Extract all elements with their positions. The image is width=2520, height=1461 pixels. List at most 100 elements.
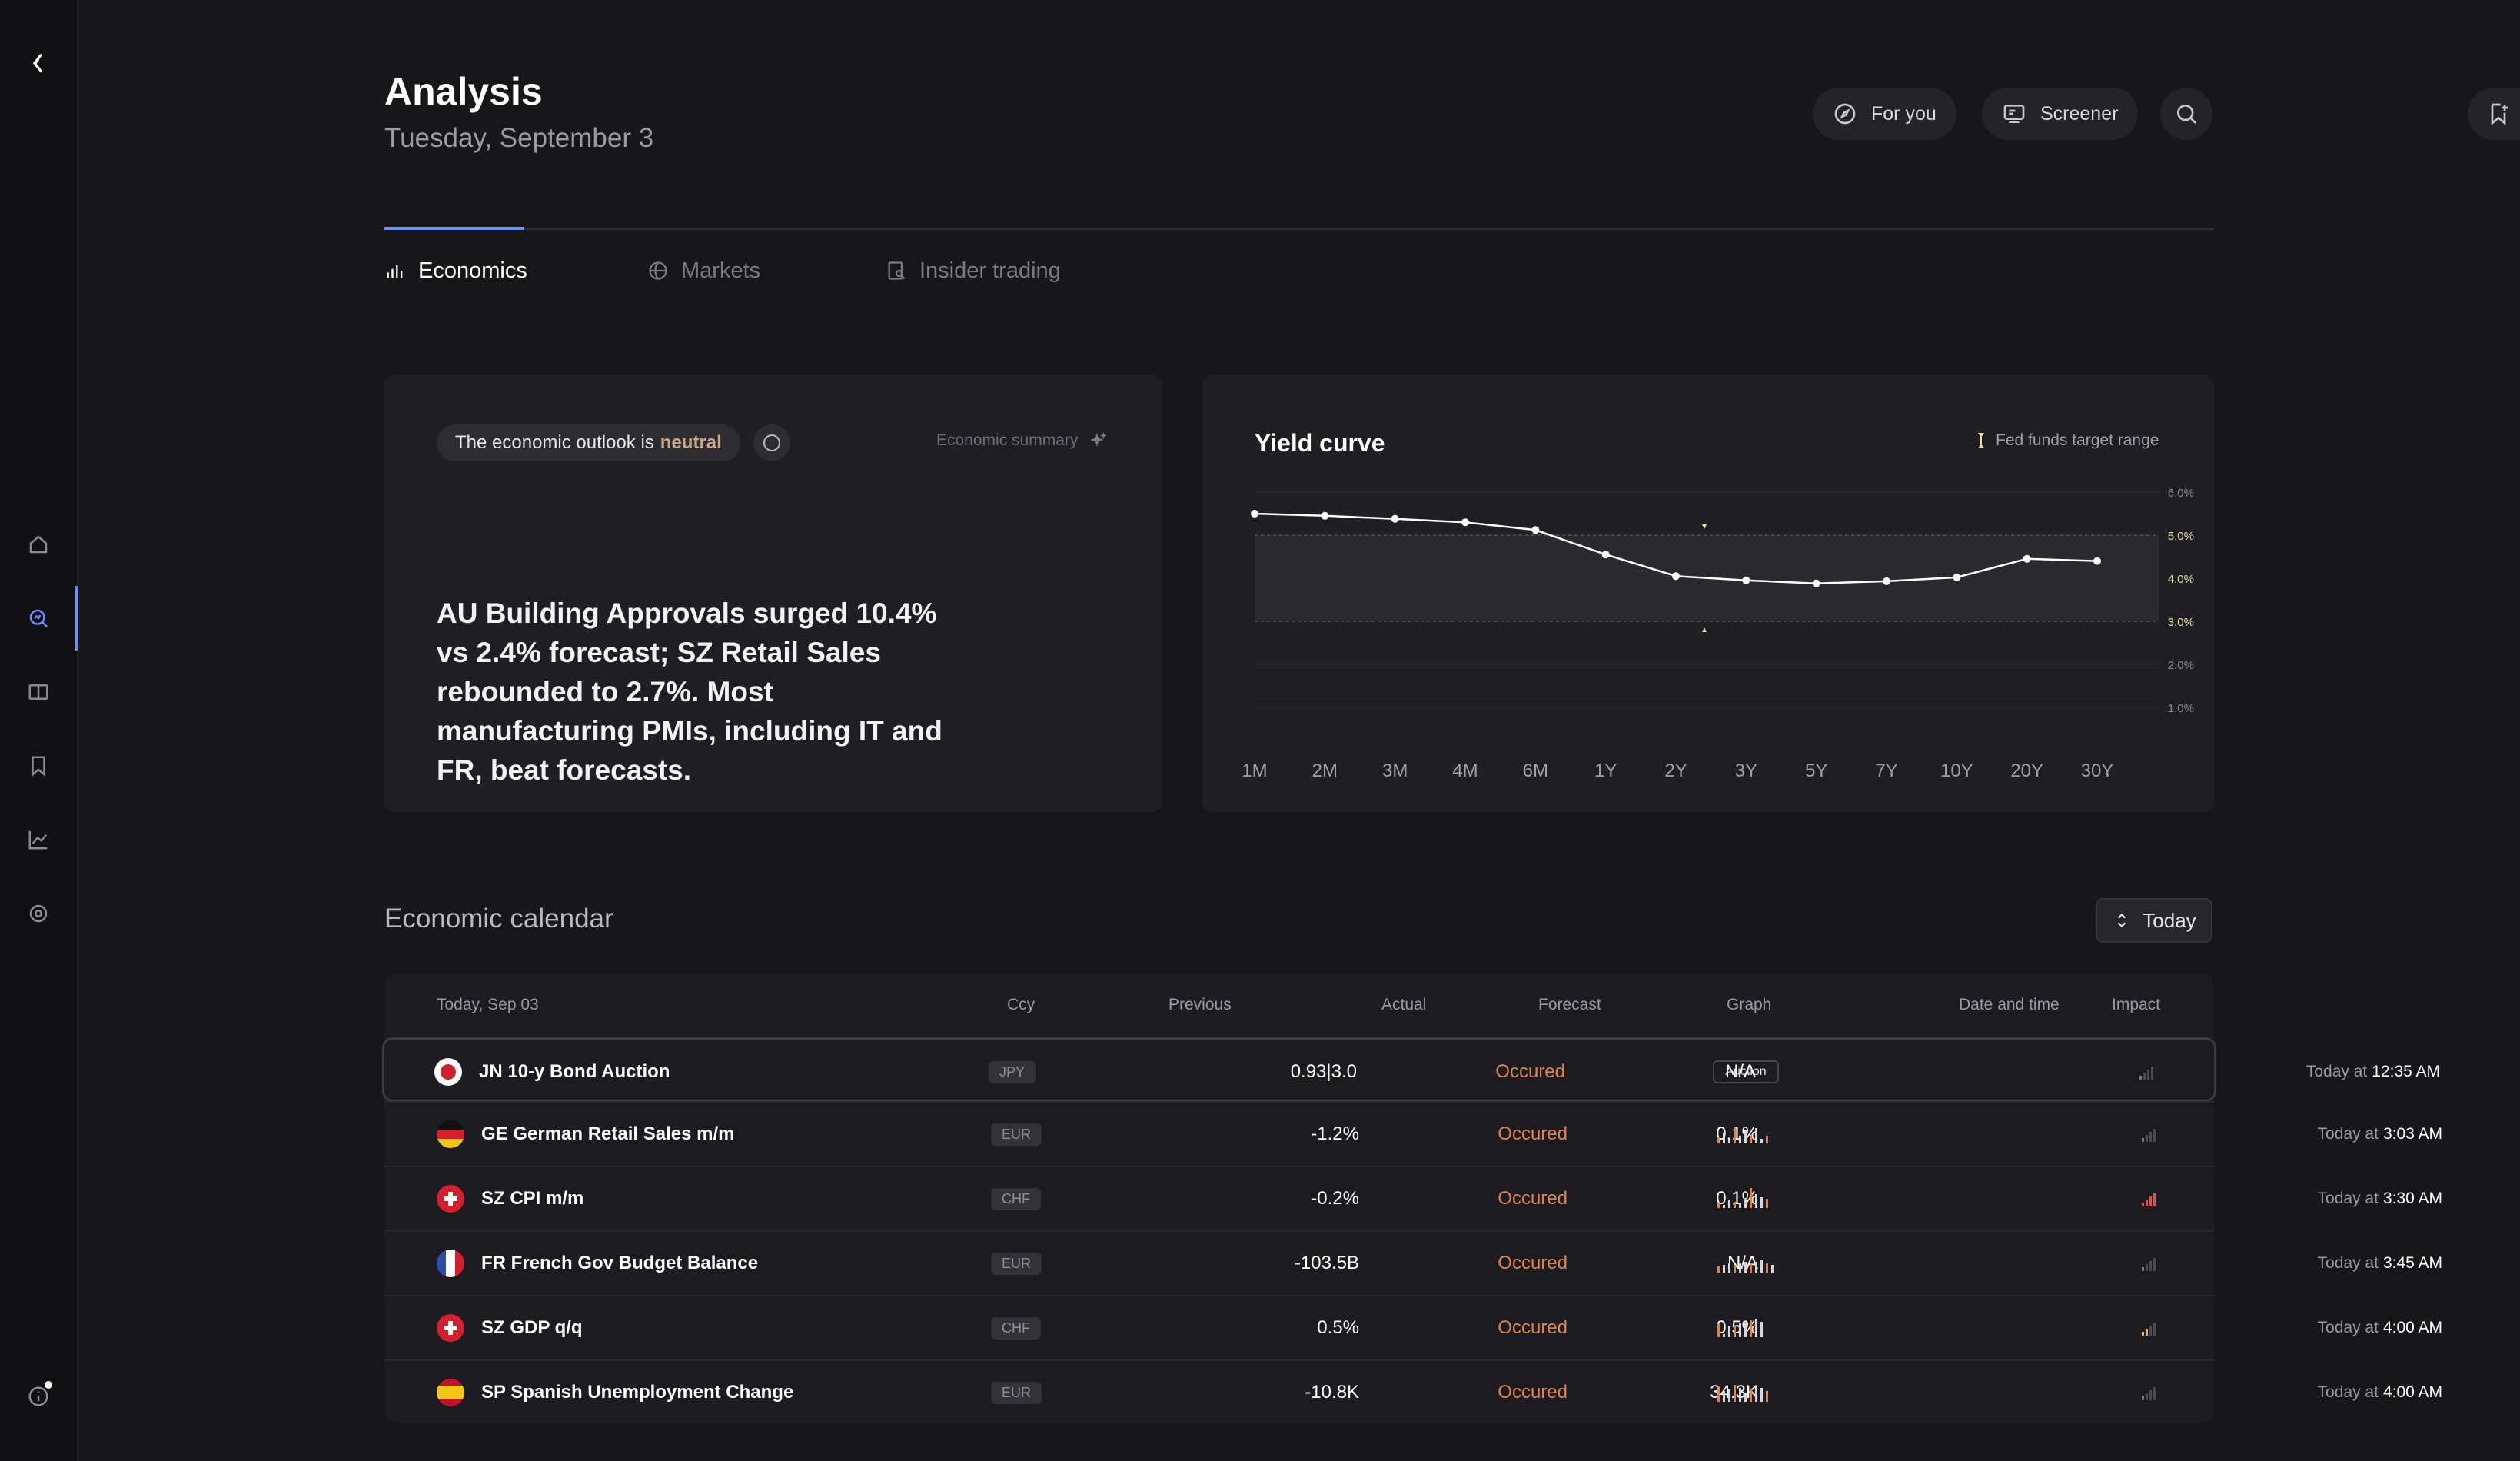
sparkline-bar	[1760, 1322, 1763, 1337]
search-button[interactable]	[2160, 88, 2212, 140]
settings-icon[interactable]	[23, 898, 54, 929]
sparkline-bar	[1755, 1386, 1757, 1402]
x-tick-label: 5Y	[1805, 760, 1827, 781]
bookmark-add-button[interactable]	[2468, 88, 2520, 140]
tab-insider-trading[interactable]: Insider trading	[886, 255, 1061, 286]
date-range-label: Today	[2143, 908, 2196, 932]
calendar-row[interactable]: JN 10-y Bond Auction JPY 0.93|3.0 Occure…	[382, 1037, 2440, 1102]
event-name: SZ GDP q/q	[481, 1317, 583, 1338]
bookmark-icon[interactable]	[23, 750, 54, 781]
sparkline-bar	[1739, 1323, 1741, 1337]
currency-badge: JPY	[989, 1060, 1036, 1083]
history-sparkline	[1717, 1188, 1768, 1208]
legend-marker	[1978, 433, 1984, 448]
sparkline-bar	[1717, 1266, 1720, 1273]
y-tick-label: 6.0%	[2168, 487, 2194, 500]
book-icon[interactable]	[23, 677, 54, 707]
actual-status: Occured	[1498, 1188, 1568, 1209]
data-point	[1812, 579, 1820, 587]
impact-bar	[2146, 1264, 2148, 1271]
sparkline-bar	[1750, 1188, 1752, 1208]
sparkline-bar	[1755, 1319, 1757, 1337]
currency-badge: EUR	[991, 1252, 1042, 1275]
sparkline-bar	[1734, 1385, 1736, 1402]
x-tick-label: 1Y	[1594, 760, 1617, 781]
yield-curve-chart: 6.0% 5.0% 4.0% 3.0% 2.0% 1.0% 1M 2M 3M 4M 6M 1Y 2Y 3Y…	[1242, 487, 2194, 781]
impact-bar	[2153, 1129, 2156, 1142]
calendar-row[interactable]: FR French Gov Budget Balance EUR -103.5B…	[384, 1231, 2442, 1296]
y-tick-label: 4.0%	[2168, 573, 2194, 586]
y-tick-label: 3.0%	[2168, 616, 2194, 629]
calendar-row[interactable]: SZ CPI m/m CHF -0.2% Occured 0.1% Today …	[384, 1166, 2442, 1231]
sparkline-bar	[1728, 1139, 1730, 1143]
col-header-impact: Impact	[2112, 996, 2161, 1013]
sparkline-bar	[1755, 1194, 1757, 1208]
logo-icon[interactable]	[23, 48, 54, 78]
sparkline-bar	[1744, 1130, 1747, 1143]
country-flag	[437, 1379, 464, 1406]
x-tick-label: 4M	[1452, 760, 1478, 781]
sparkline-bar	[1728, 1389, 1730, 1402]
sparkline-bar	[1744, 1262, 1747, 1273]
chart-icon[interactable]	[23, 824, 54, 855]
col-header-graph: Graph	[1727, 996, 1772, 1013]
calendar-row[interactable]: GE German Retail Sales m/m EUR -1.2% Occ…	[384, 1102, 2442, 1166]
info-icon[interactable]	[23, 1381, 54, 1412]
impact-bar	[2146, 1135, 2148, 1142]
screener-button[interactable]: Screener	[1982, 88, 2139, 140]
calendar-row[interactable]: SP Spanish Unemployment Change EUR -10.8…	[384, 1360, 2442, 1425]
impact-bar	[2146, 1393, 2148, 1400]
col-header-ccy: Ccy	[1007, 996, 1036, 1013]
sparkline-bar	[1744, 1393, 1747, 1402]
sparkline-bar	[1766, 1263, 1768, 1273]
impact-bar	[2149, 1261, 2152, 1271]
history-sparkline	[1717, 1385, 1768, 1402]
data-point	[1391, 514, 1399, 523]
impact-indicator	[2142, 1166, 2159, 1231]
sparkline-bar	[1723, 1391, 1725, 1402]
analysis-icon[interactable]	[23, 603, 54, 634]
sparkline-bar	[1723, 1334, 1725, 1337]
data-point	[1742, 576, 1750, 584]
y-tick-label: 5.0%	[2168, 530, 2194, 543]
sparkline-bar	[1750, 1263, 1752, 1273]
sparkline-bar	[1744, 1322, 1747, 1337]
x-tick-label: 2M	[1312, 760, 1338, 781]
event-time: 4:00 AM	[2382, 1319, 2442, 1336]
event-time: 4:00 AM	[2382, 1383, 2442, 1401]
actual-status: Occured	[1495, 1061, 1565, 1082]
actual-status: Occured	[1498, 1253, 1568, 1273]
sparkline-bar	[1734, 1325, 1736, 1337]
sparkline-bar	[1755, 1128, 1757, 1143]
actual-status: Occured	[1498, 1382, 1568, 1403]
tab-label: Insider trading	[919, 258, 1061, 283]
country-flag	[437, 1120, 464, 1148]
tab-markets[interactable]: Markets	[647, 255, 760, 286]
x-tick-label: 3M	[1382, 760, 1408, 781]
for-you-button[interactable]: For you	[1813, 88, 1956, 140]
sparkline-bar	[1760, 1260, 1763, 1273]
event-name: JN 10-y Bond Auction	[479, 1061, 670, 1082]
outlook-info-button[interactable]	[753, 424, 790, 461]
bar-chart-icon	[387, 265, 403, 278]
calendar-row[interactable]: SZ GDP q/q CHF 0.5% Occured 0.5% Today a…	[384, 1296, 2442, 1360]
impact-bar	[2142, 1332, 2144, 1336]
tab-economics[interactable]: Economics	[384, 255, 527, 286]
previous-value: 0.5%	[1317, 1317, 1359, 1338]
sparkline-bar	[1766, 1391, 1768, 1402]
sparkline-bar	[1717, 1137, 1720, 1143]
sparkline-bar	[1723, 1133, 1725, 1143]
x-tick-label: 1M	[1242, 760, 1267, 781]
date-prefix: Today at	[2317, 1383, 2379, 1401]
currency-badge: EUR	[991, 1381, 1042, 1404]
notification-dot	[45, 1381, 52, 1389]
economic-summary-link[interactable]: Economic summary	[936, 431, 1109, 451]
data-point	[1531, 526, 1540, 534]
summary-link-label: Economic summary	[936, 431, 1079, 449]
data-point	[1251, 510, 1258, 518]
event-name: SP Spanish Unemployment Change	[481, 1382, 794, 1403]
home-icon[interactable]	[23, 529, 54, 560]
date-range-button[interactable]: Today	[2096, 898, 2212, 943]
outlook-badge: The economic outlook is neutral	[437, 424, 740, 461]
impact-bars-icon	[2142, 1193, 2156, 1206]
